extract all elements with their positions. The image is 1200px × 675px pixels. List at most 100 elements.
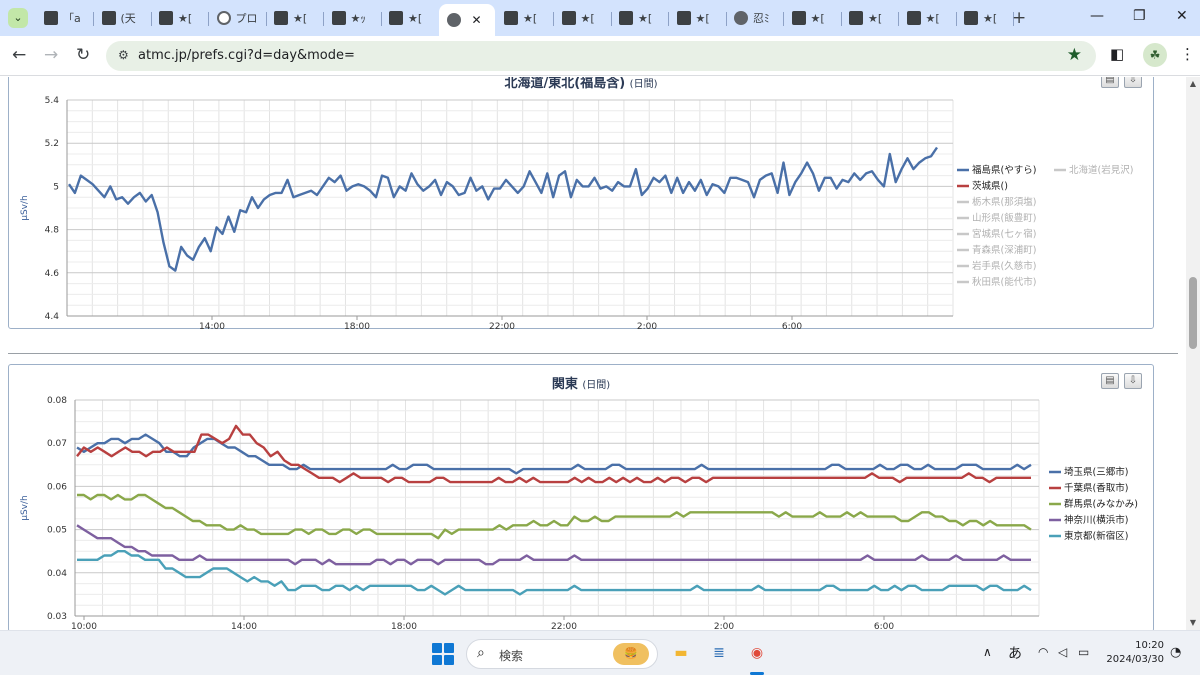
notification-icon[interactable]: ◔ xyxy=(1170,645,1181,660)
y-tick-label: 0.06 xyxy=(47,482,67,492)
site-icon xyxy=(44,11,58,25)
y-axis-label: μSv/h xyxy=(20,195,30,221)
tab[interactable]: 「a xyxy=(36,4,92,32)
tab[interactable]: プロ xyxy=(209,4,265,32)
minimize-button[interactable]: — xyxy=(1090,8,1104,24)
site-icon xyxy=(159,11,173,25)
tab[interactable]: ★[ xyxy=(784,4,840,32)
legend-item: 福島県(やすら) xyxy=(972,164,1036,176)
tab[interactable]: ★[ xyxy=(554,4,610,32)
page-content: 北海道/東北(福島含) (日間) ▤ ⇩ 4.4 4.6 4.8 5 5.2 5.4 μSv… xyxy=(0,77,1186,630)
tab-strip: ⌄ 「a (天 ★[プロ ★[★ｯ ★[✕ ★[★[★[★[忍ﾐ ★[★[★[★[ + — … xyxy=(0,0,1200,36)
tab[interactable]: ★ｯ xyxy=(324,4,380,32)
window-close-button[interactable]: ✕ xyxy=(1176,8,1188,24)
start-button[interactable] xyxy=(432,643,454,665)
site-icon xyxy=(389,11,403,25)
tab[interactable]: ★[ xyxy=(151,4,207,32)
menu-icon[interactable]: ⋮ xyxy=(1180,45,1195,63)
tab-label: 忍ﾐ xyxy=(753,12,770,25)
x-tick-label: 10:00 xyxy=(71,622,97,630)
reload-button[interactable]: ↻ xyxy=(76,45,90,65)
x-tick-label: 14:00 xyxy=(199,322,225,330)
address-bar[interactable]: ⚙ atmc.jp/prefs.cgi?d=day&mode= ★ xyxy=(106,41,1096,71)
forward-button[interactable]: → xyxy=(44,45,58,65)
tab-label: ★[ xyxy=(638,11,653,25)
legend-item: 茨城県() xyxy=(972,180,1008,192)
y-tick-label: 0.05 xyxy=(47,526,67,536)
tab-label: ★[ xyxy=(695,11,710,25)
x-tick-label: 18:00 xyxy=(391,622,417,630)
legend-item: 埼玉県(三郷市) xyxy=(1064,466,1128,478)
tab-label: ★ｯ xyxy=(350,12,366,25)
battery-icon[interactable]: ▭ xyxy=(1078,645,1089,659)
taskbar-search[interactable]: ⌕ 検索 🍔 xyxy=(466,639,658,669)
notepad-icon[interactable]: ≣ xyxy=(706,640,732,666)
tab[interactable]: ★[ xyxy=(956,4,1012,32)
tab-label: ★[ xyxy=(523,11,538,25)
speaker-icon[interactable]: ◁ xyxy=(1058,645,1067,659)
legend-item: 青森県(深浦町) xyxy=(972,244,1036,256)
tab-label: 「a xyxy=(63,12,81,25)
url-text[interactable]: atmc.jp/prefs.cgi?d=day&mode= xyxy=(138,48,355,63)
scroll-up-arrow-icon[interactable]: ▲ xyxy=(1186,79,1200,88)
tab[interactable]: 忍ﾐ xyxy=(726,4,782,32)
taskbar: ⌕ 検索 🍔 ▬ ≣ ◉ ∧ あ ◠ ◁ ▭ 10:20 2024/03/30 … xyxy=(0,630,1200,675)
search-highlight-icon[interactable]: 🍔 xyxy=(613,643,649,665)
x-tick-label: 22:00 xyxy=(551,622,577,630)
side-panel-icon[interactable]: ◧ xyxy=(1110,45,1124,63)
x-tick-label: 6:00 xyxy=(782,322,802,330)
page-scrollbar[interactable]: ▲ ▼ xyxy=(1186,77,1200,630)
loader-icon xyxy=(216,11,231,25)
chrome-icon[interactable]: ◉ xyxy=(744,640,770,666)
clock[interactable]: 10:20 2024/03/30 xyxy=(1100,639,1164,667)
bookmark-star-icon[interactable]: ★ xyxy=(1067,45,1082,65)
x-tick-label: 2:00 xyxy=(637,322,657,330)
chart-panel-kanto: 関東 (日間) ▤ ⇩ 0.03 0.04 0.05 0.06 0.07 0.08 μSv/… xyxy=(8,364,1154,630)
back-button[interactable]: ← xyxy=(12,45,26,65)
tab[interactable]: ★[ xyxy=(381,4,437,32)
tab[interactable]: ★[ xyxy=(899,4,955,32)
tab[interactable]: ★[ xyxy=(669,4,725,32)
series-line xyxy=(77,493,1032,540)
tab-close-icon[interactable]: ✕ xyxy=(472,13,482,27)
legend-item: 東京都(新宿区) xyxy=(1064,530,1128,542)
site-icon xyxy=(504,11,518,25)
legend-item: 栃木県(那須塩) xyxy=(972,196,1036,208)
tab-label: プロ xyxy=(235,12,258,25)
new-tab-button[interactable]: + xyxy=(1012,8,1026,28)
chart-panel-tohoku: 北海道/東北(福島含) (日間) ▤ ⇩ 4.4 4.6 4.8 5 5.2 5.4 μSv… xyxy=(8,77,1154,330)
legend-item: 秋田県(能代市) xyxy=(972,276,1036,288)
tab-active[interactable]: ✕ xyxy=(438,4,495,36)
legend-item: 岩手県(久慈市) xyxy=(972,260,1036,272)
tab[interactable]: ★[ xyxy=(496,4,552,32)
ime-indicator[interactable]: あ xyxy=(1008,643,1022,663)
scroll-down-arrow-icon[interactable]: ▼ xyxy=(1186,618,1200,627)
y-axis-label: μSv/h xyxy=(20,495,30,521)
line-chart-kanto: 0.03 0.04 0.05 0.06 0.07 0.08 μSv/h 10:00 14:00 1… xyxy=(20,396,1138,630)
y-tick-label: 5.2 xyxy=(45,139,59,149)
tray-chevron-icon[interactable]: ∧ xyxy=(983,645,992,659)
tab-label: (天 xyxy=(120,12,136,25)
restore-button[interactable]: ❐ xyxy=(1133,8,1146,24)
tab[interactable]: (天 xyxy=(94,4,150,32)
tab[interactable]: ★[ xyxy=(611,4,667,32)
site-icon xyxy=(619,11,633,25)
browser-toolbar: ← → ↻ ⚙ atmc.jp/prefs.cgi?d=day&mode= ★ … xyxy=(0,36,1200,76)
wifi-icon[interactable]: ◠ xyxy=(1038,645,1048,659)
site-icon xyxy=(101,11,116,25)
file-explorer-icon[interactable]: ▬ xyxy=(668,640,694,666)
y-tick-label: 4.4 xyxy=(45,312,60,322)
tab[interactable]: ★[ xyxy=(266,4,322,32)
tab-search-button[interactable]: ⌄ xyxy=(8,8,28,28)
y-tick-label: 0.04 xyxy=(47,569,67,579)
x-tick-label: 14:00 xyxy=(231,622,257,630)
search-icon: ⌕ xyxy=(477,645,485,661)
site-info-icon[interactable]: ⚙ xyxy=(118,48,129,62)
profile-avatar[interactable]: ☘ xyxy=(1143,43,1167,67)
site-icon xyxy=(676,11,691,25)
tab[interactable]: ★[ xyxy=(841,4,897,32)
legend-item: 北海道(岩見沢) xyxy=(1069,164,1133,176)
scrollbar-thumb[interactable] xyxy=(1189,277,1197,349)
y-tick-label: 0.07 xyxy=(47,439,67,449)
y-tick-label: 0.03 xyxy=(47,612,67,622)
